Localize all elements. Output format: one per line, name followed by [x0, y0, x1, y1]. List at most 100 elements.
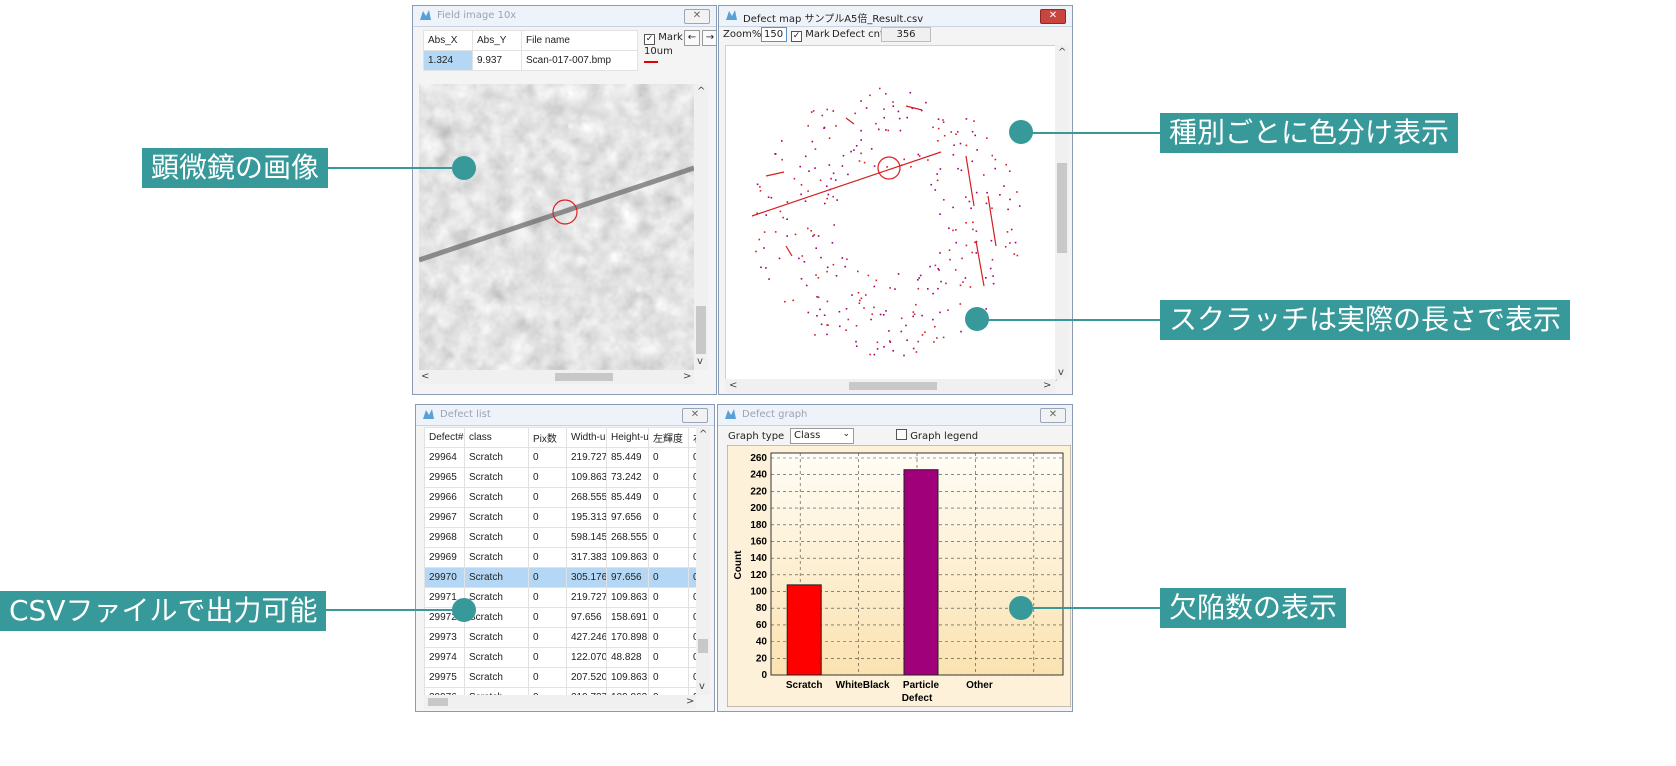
callout-line [325, 609, 464, 611]
microscope-image[interactable] [419, 84, 694, 370]
defect-point [965, 144, 968, 147]
defect-point [887, 129, 890, 132]
defect-point [991, 154, 994, 157]
column-header[interactable]: class [464, 427, 529, 448]
defect-point [827, 193, 830, 196]
defect-point [959, 142, 962, 145]
defect-point [760, 266, 762, 269]
defect-point [985, 308, 987, 310]
list-vscrollbar[interactable]: ^ v [696, 427, 710, 695]
close-icon[interactable]: ✕ [684, 9, 710, 24]
defect-point [756, 183, 759, 186]
defect-point [846, 258, 848, 261]
callout-line [1021, 132, 1160, 134]
close-icon[interactable]: ✕ [682, 408, 708, 423]
defect-point [815, 274, 817, 276]
graph-type-select[interactable]: Class ⌄ [790, 428, 854, 444]
mark-checkbox[interactable]: ✓ Mark [644, 32, 683, 45]
defect-point [759, 190, 762, 192]
field-image-window: Field image 10x ✕ Abs_X Abs_Y File name … [412, 5, 717, 395]
defect-point [934, 325, 936, 328]
column-header[interactable]: Pix数 [528, 427, 567, 448]
table-row[interactable]: 29976Scratch0219.727109.86300 [424, 687, 696, 695]
table-row[interactable]: 29966Scratch0268.55585.44900 [424, 487, 696, 508]
defect-point [784, 300, 786, 303]
column-header[interactable]: 右 [688, 427, 696, 448]
defect-point [816, 315, 818, 317]
defect-point [927, 159, 929, 161]
table-cell: 97.656 [606, 507, 649, 528]
defect-map-plot [751, 87, 1021, 357]
defect-point [972, 221, 974, 224]
table-row[interactable]: 29975Scratch0207.520109.86300 [424, 667, 696, 688]
defect-point [985, 277, 987, 279]
list-hscrollbar[interactable]: < > [424, 695, 696, 709]
defect-point [899, 129, 902, 132]
defect-point [947, 309, 949, 311]
column-header[interactable]: Width-um [566, 427, 607, 448]
defect-point [873, 165, 876, 167]
defect-point [811, 140, 814, 143]
abs-x-cell[interactable]: 1.324 [423, 50, 473, 71]
defect-point [952, 229, 954, 232]
graph-legend-checkbox[interactable]: Graph legend [896, 429, 978, 442]
table-cell: 29970 [424, 567, 465, 588]
nav-right-button[interactable]: → [702, 30, 716, 46]
defect-point [971, 160, 974, 163]
defect-point [985, 202, 988, 205]
zoom-input[interactable]: 150 [761, 27, 787, 42]
map-mark-checkbox[interactable]: ✓ Mark [791, 29, 830, 42]
column-header: Abs_X [423, 30, 473, 51]
column-header[interactable]: 左輝度 [648, 427, 689, 448]
defect-graph-title: Defect graph [742, 409, 808, 420]
defect-cnt-value: 356 [881, 27, 931, 42]
table-cell: 0 [528, 687, 567, 695]
defect-point [855, 340, 857, 343]
table-row[interactable]: 29974Scratch0122.07048.82800 [424, 647, 696, 668]
defect-point [879, 87, 881, 90]
table-row[interactable]: 29970Scratch0305.17697.65600 [424, 567, 696, 588]
table-row[interactable]: 29973Scratch0427.246170.89800 [424, 627, 696, 648]
column-header[interactable]: Height-um [606, 427, 649, 448]
defect-point [943, 134, 946, 137]
column-header[interactable]: Defect# [424, 427, 465, 448]
defect-point [847, 173, 849, 176]
close-icon[interactable]: ✕ [1040, 9, 1066, 24]
map-vscrollbar[interactable]: ^ v [1055, 45, 1069, 379]
image-vscrollbar[interactable]: ^ v [694, 84, 708, 370]
table-cell: 219.727 [566, 447, 607, 468]
table-cell: 0 [528, 647, 567, 668]
image-hscrollbar[interactable]: < > [419, 370, 694, 384]
defect-point [845, 329, 847, 331]
defect-point [841, 257, 844, 259]
defect-map-canvas[interactable] [725, 45, 1057, 381]
defect-point [959, 303, 962, 305]
close-icon[interactable]: ✕ [1040, 408, 1066, 423]
table-row[interactable]: 29965Scratch0109.86373.24200 [424, 467, 696, 488]
table-cell: 0 [648, 647, 689, 668]
defect-point [860, 100, 862, 102]
abs-y-cell[interactable]: 9.937 [472, 50, 522, 71]
table-row[interactable]: 29969Scratch0317.383109.86300 [424, 547, 696, 568]
table-row[interactable]: 29967Scratch0195.31397.65600 [424, 507, 696, 528]
defect-point [839, 325, 841, 328]
table-row[interactable]: 29968Scratch0598.145268.55500 [424, 527, 696, 548]
file-name-cell[interactable]: Scan-017-007.bmp [521, 50, 638, 71]
table-cell: 0 [688, 447, 696, 468]
defect-point [991, 258, 994, 261]
defect-point [869, 353, 871, 356]
map-hscrollbar[interactable]: < > [725, 379, 1055, 393]
callout-dot [1009, 120, 1033, 144]
defect-point [937, 287, 939, 290]
nav-left-button[interactable]: ← [684, 30, 700, 46]
defect-point [994, 158, 997, 161]
checkbox-icon: ✓ [791, 31, 802, 42]
defect-point [869, 94, 871, 97]
callout-color-by-type: 種別ごとに色分け表示 [1160, 113, 1459, 153]
table-row[interactable]: 29964Scratch0219.72785.44900 [424, 447, 696, 468]
defect-point [965, 244, 968, 247]
defect-point [936, 337, 938, 339]
table-cell: 0 [688, 487, 696, 508]
defect-point [900, 317, 903, 320]
defect-point [765, 267, 767, 269]
